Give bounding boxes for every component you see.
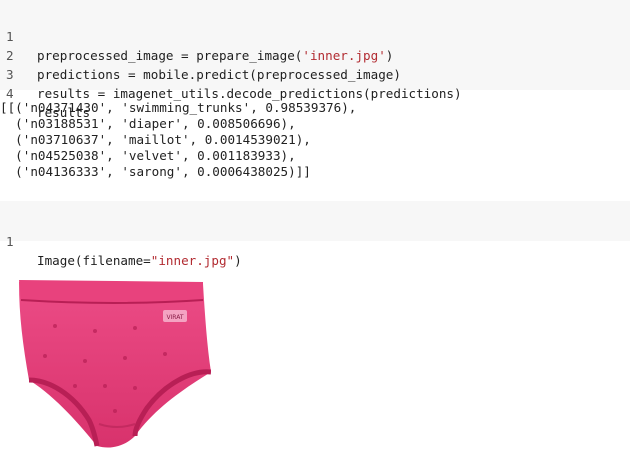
brand-label-logo: VIRAT	[166, 314, 183, 321]
brief-body	[19, 282, 211, 448]
code-line: 4 results	[0, 65, 90, 120]
code-line: 2 predictions = mobile.predict(preproces…	[0, 27, 401, 82]
output-line: ('n03188531', 'diaper', 0.008506696),	[0, 116, 296, 131]
code-text: Image(filename=	[37, 253, 151, 268]
code-text: )	[385, 48, 394, 63]
code-text: predictions = mobile.predict(preprocesse…	[37, 67, 401, 82]
code-text: )	[234, 253, 242, 268]
code-line: 3 results = imagenet_utils.decode_predic…	[0, 46, 462, 101]
line-number: 1	[6, 234, 14, 249]
output-line: ('n04525038', 'velvet', 0.001183933),	[0, 148, 296, 163]
output-line: [[('n04371430', 'swimming_trunks', 0.985…	[0, 100, 357, 115]
code-cell-1[interactable]: 1 preprocessed_image = prepare_image('in…	[0, 0, 630, 120]
underwear-image: VIRAT	[19, 280, 212, 448]
code-line: 1 preprocessed_image = prepare_image('in…	[0, 8, 393, 63]
string-literal: "inner.jpg"	[150, 253, 235, 268]
output-line: ('n03710637', 'maillot', 0.0014539021),	[0, 132, 311, 147]
code-text: preprocessed_image = prepare_image(	[37, 48, 303, 63]
output-line: ('n04136333', 'sarong', 0.0006438025)]]	[0, 164, 311, 179]
brief-waistband	[19, 280, 203, 303]
code-cell-2[interactable]: 1 Image(filename="inner.jpg")	[0, 201, 630, 268]
string-literal: 'inner.jpg'	[302, 48, 386, 63]
output-image: VIRAT	[15, 276, 212, 452]
code-line: 1 Image(filename="inner.jpg")	[0, 213, 242, 268]
